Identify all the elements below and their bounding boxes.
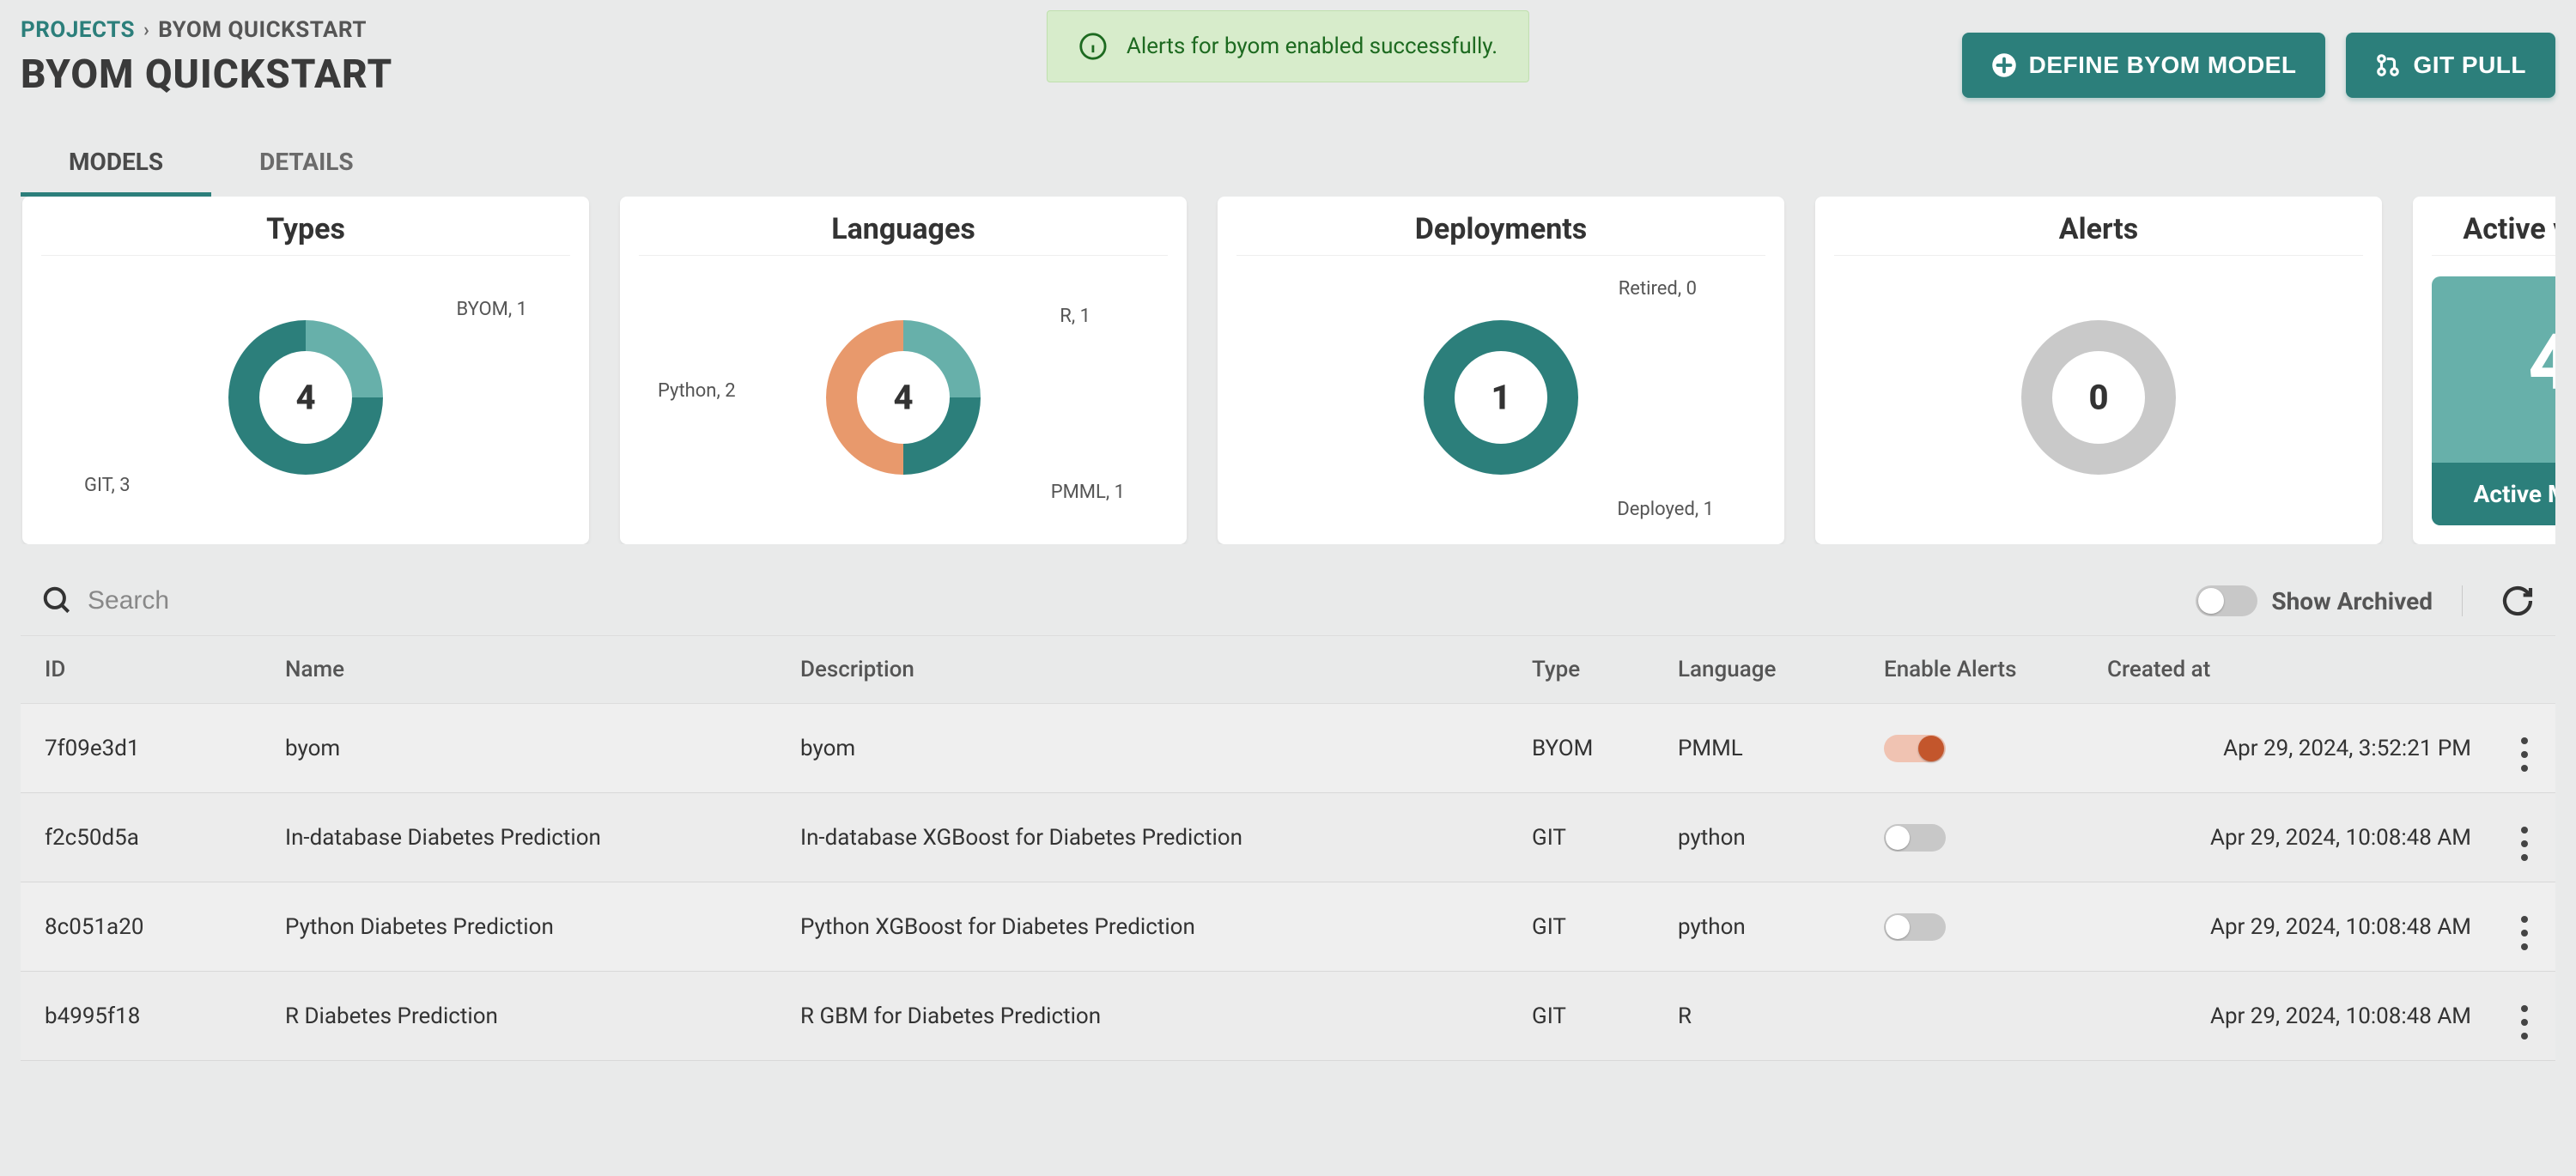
info-icon [1078, 32, 1108, 61]
cell-type: BYOM [1508, 704, 1654, 793]
cell-language: python [1654, 882, 1860, 972]
cell-id: 7f09e3d1 [21, 704, 261, 793]
languages-label-python: Python, 2 [658, 380, 736, 402]
models-table: ID Name Description Type Language Enable… [21, 635, 2555, 1061]
tab-models[interactable]: MODELS [21, 132, 211, 195]
plus-circle-icon [1991, 52, 2017, 78]
table-header-row: ID Name Description Type Language Enable… [21, 636, 2555, 704]
enable-alerts-toggle[interactable] [1884, 735, 1946, 762]
chart-alerts: 0 [1834, 273, 2363, 522]
breadcrumb-root-link[interactable]: PROJECTS [21, 17, 135, 43]
define-byom-model-label: DEFINE BYOM MODEL [2029, 52, 2297, 79]
col-description[interactable]: Description [776, 636, 1508, 704]
search-row: Show Archived [21, 567, 2555, 635]
active-models-count: 4 [2432, 318, 2555, 408]
enable-alerts-toggle[interactable] [1884, 913, 1946, 941]
cell-type: GIT [1508, 882, 1654, 972]
cell-enable-alerts [1860, 882, 2083, 972]
cell-language: R [1654, 972, 1860, 1061]
show-archived-label: Show Archived [2271, 587, 2433, 615]
cell-id: f2c50d5a [21, 793, 261, 882]
page-title: BYOM QUICKSTART [21, 52, 392, 98]
card-types: Types 4 BYOM, 1 GIT, 3 [22, 197, 589, 544]
languages-center-value: 4 [893, 378, 913, 418]
cell-description: byom [776, 704, 1508, 793]
chart-types: 4 BYOM, 1 GIT, 3 [41, 273, 570, 522]
cell-created-at: Apr 29, 2024, 3:52:21 PM [2083, 704, 2495, 793]
card-active-vs-archived: Active vs Archived 4 Active Models [2413, 197, 2555, 544]
cell-description: R GBM for Diabetes Prediction [776, 972, 1508, 1061]
cell-language: python [1654, 793, 1860, 882]
cell-type: GIT [1508, 793, 1654, 882]
row-menu-icon[interactable] [2521, 916, 2530, 950]
tabs: MODELS DETAILS [21, 132, 2555, 195]
types-label-git: GIT, 3 [84, 475, 131, 496]
deployments-center-value: 1 [1491, 378, 1510, 418]
table-row[interactable]: f2c50d5aIn-database Diabetes PredictionI… [21, 793, 2555, 882]
chevron-right-icon: › [143, 20, 149, 41]
git-pull-button[interactable]: GIT PULL [2346, 33, 2555, 98]
alerts-center-value: 0 [2088, 378, 2108, 418]
chart-deployments: 1 Retired, 0 Deployed, 1 [1236, 273, 1765, 522]
cell-name: byom [261, 704, 776, 793]
refresh-icon[interactable] [2500, 584, 2535, 618]
active-models-label: Active Models [2432, 463, 2555, 525]
cell-name: In-database Diabetes Prediction [261, 793, 776, 882]
cell-created-at: Apr 29, 2024, 10:08:48 AM [2083, 972, 2495, 1061]
define-byom-model-button[interactable]: DEFINE BYOM MODEL [1962, 33, 2326, 98]
cell-language: PMML [1654, 704, 1860, 793]
deployments-label-deployed: Deployed, 1 [1617, 499, 1714, 520]
enable-alerts-toggle[interactable] [1884, 824, 1946, 852]
card-alerts-title: Alerts [1834, 212, 2363, 256]
git-pull-icon [2375, 52, 2401, 78]
cell-created-at: Apr 29, 2024, 10:08:48 AM [2083, 793, 2495, 882]
cell-enable-alerts [1860, 972, 2083, 1061]
cell-created-at: Apr 29, 2024, 10:08:48 AM [2083, 882, 2495, 972]
types-label-byom: BYOM, 1 [456, 299, 527, 320]
cell-name: R Diabetes Prediction [261, 972, 776, 1061]
col-name[interactable]: Name [261, 636, 776, 704]
row-menu-icon[interactable] [2521, 1005, 2530, 1040]
deployments-label-retired: Retired, 0 [1619, 278, 1697, 300]
card-languages: Languages 4 R, 1 PMML, 1 Python, 2 [620, 197, 1187, 544]
cell-description: Python XGBoost for Diabetes Prediction [776, 882, 1508, 972]
cell-type: GIT [1508, 972, 1654, 1061]
languages-label-pmml: PMML, 1 [1051, 482, 1125, 503]
toast-message: Alerts for byom enabled successfully. [1127, 33, 1498, 59]
table-row[interactable]: 8c051a20Python Diabetes PredictionPython… [21, 882, 2555, 972]
types-center-value: 4 [295, 378, 315, 418]
col-language[interactable]: Language [1654, 636, 1860, 704]
breadcrumb-current: BYOM QUICKSTART [158, 17, 367, 43]
row-menu-icon[interactable] [2521, 737, 2530, 772]
search-input[interactable] [88, 586, 2182, 615]
cell-name: Python Diabetes Prediction [261, 882, 776, 972]
cell-description: In-database XGBoost for Diabetes Predict… [776, 793, 1508, 882]
card-deployments-title: Deployments [1236, 212, 1765, 256]
search-icon [41, 585, 74, 617]
card-active-title: Active vs Archived [2432, 212, 2555, 256]
card-languages-title: Languages [639, 212, 1168, 256]
tab-details[interactable]: DETAILS [211, 132, 402, 195]
cell-id: b4995f18 [21, 972, 261, 1061]
cell-enable-alerts [1860, 793, 2083, 882]
card-alerts: Alerts 0 [1815, 197, 2382, 544]
table-row[interactable]: 7f09e3d1byombyomBYOMPMMLApr 29, 2024, 3:… [21, 704, 2555, 793]
col-type[interactable]: Type [1508, 636, 1654, 704]
show-archived-toggle[interactable] [2196, 585, 2257, 616]
git-pull-label: GIT PULL [2413, 52, 2526, 79]
languages-label-r: R, 1 [1060, 306, 1091, 327]
col-created-at[interactable]: Created at [2083, 636, 2495, 704]
active-models-tile: 4 Active Models [2432, 276, 2555, 525]
col-id[interactable]: ID [21, 636, 261, 704]
col-menu [2495, 636, 2555, 704]
row-menu-icon[interactable] [2521, 827, 2530, 861]
cell-id: 8c051a20 [21, 882, 261, 972]
table-row[interactable]: b4995f18R Diabetes PredictionR GBM for D… [21, 972, 2555, 1061]
card-deployments: Deployments 1 Retired, 0 Deployed, 1 [1218, 197, 1784, 544]
success-toast: Alerts for byom enabled successfully. [1047, 10, 1529, 82]
col-enable-alerts[interactable]: Enable Alerts [1860, 636, 2083, 704]
cell-enable-alerts [1860, 704, 2083, 793]
chart-languages: 4 R, 1 PMML, 1 Python, 2 [639, 273, 1168, 522]
card-types-title: Types [41, 212, 570, 256]
